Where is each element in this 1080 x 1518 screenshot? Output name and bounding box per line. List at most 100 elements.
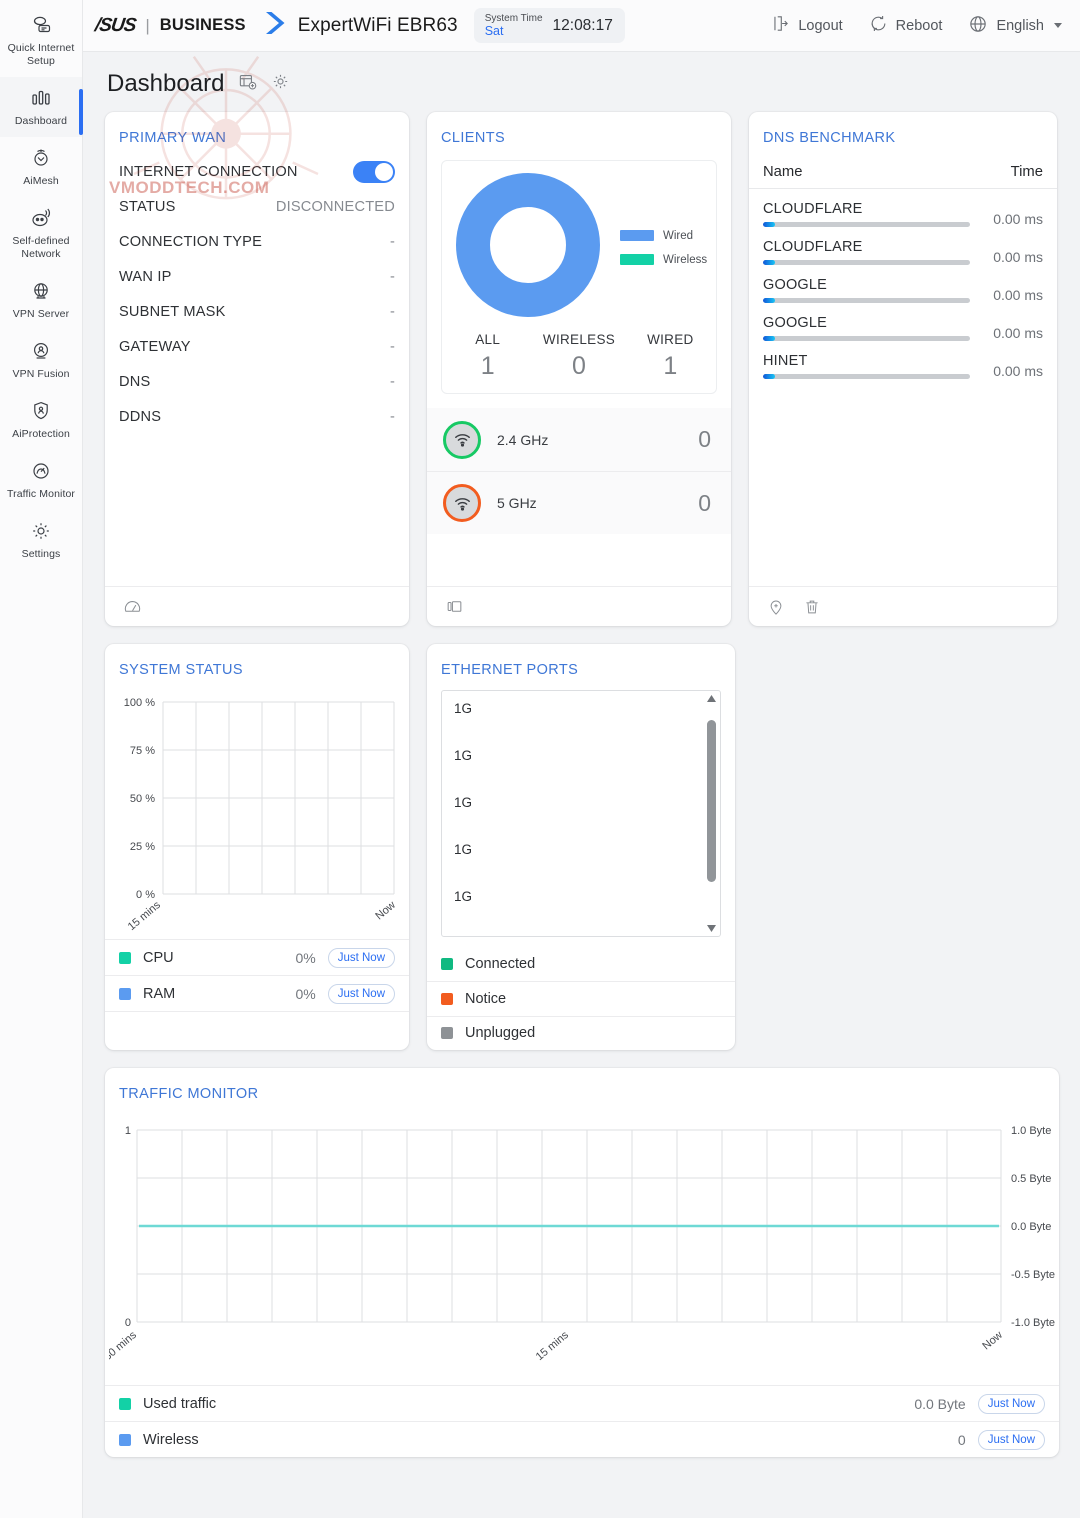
ethernet-port-item[interactable]: 1G [454, 701, 720, 748]
traffic-legend-used-traffic: Used traffic 0.0 Byte Just Now [105, 1385, 1059, 1421]
sidebar-item-dashboard[interactable]: Dashboard [0, 77, 83, 137]
ethernet-legend-unplugged: Unplugged [427, 1015, 735, 1050]
count-label: WIRED [647, 332, 694, 347]
client-list-icon[interactable] [445, 597, 464, 616]
wan-row-value: DISCONNECTED [275, 198, 395, 215]
chevron-down-icon [1054, 23, 1062, 28]
ethernet-ports-listbox[interactable]: 1G 1G 1G 1G 1G USB3.0 [441, 690, 721, 937]
sidebar-item-vpn-fusion[interactable]: VPN Fusion [0, 330, 82, 390]
sidebar-item-settings[interactable]: Settings [0, 510, 82, 570]
traffic-legend-wireless: Wireless 0 Just Now [105, 1421, 1059, 1457]
wan-row-internet-connection: INTERNET CONNECTION [119, 154, 395, 189]
svg-text:Now: Now [980, 1329, 1005, 1352]
timestamp-badge[interactable]: Just Now [327, 947, 395, 968]
svg-text:0: 0 [125, 1317, 131, 1329]
clients-band-list: 2.4 GHz 0 5 GHz 0 [427, 408, 731, 534]
main-area: /SUS | BUSINESS ExpertWiFi EBR63 System … [83, 0, 1080, 1518]
reboot-icon [869, 14, 888, 37]
logout-icon [771, 14, 790, 37]
ethernet-ports-title: ETHERNET PORTS [441, 662, 579, 678]
ethernet-ports-scrollbar[interactable] [706, 694, 717, 933]
dashboard-app: Quick Internet Setup Dashboard AiMesh Se… [0, 0, 1080, 1518]
ethernet-port-item[interactable]: 1G [454, 795, 720, 842]
ethernet-legend-connected: Connected [427, 947, 735, 981]
legend-label: RAM [143, 985, 176, 1002]
scroll-down-arrow-icon[interactable] [706, 924, 717, 933]
logout-button[interactable]: Logout [771, 14, 843, 37]
wifi-icon [443, 420, 481, 459]
band-row-5ghz[interactable]: 5 GHz 0 [427, 471, 731, 534]
asus-logo: /SUS [93, 14, 137, 36]
widget-grid: PRIMARY WAN INTERNET CONNECTION STATUS D… [83, 98, 1080, 1457]
count-label: ALL [475, 332, 501, 347]
svg-text:50 %: 50 % [130, 793, 155, 805]
dns-col-name: Name [763, 164, 803, 180]
count-label: WIRELESS [542, 332, 616, 347]
legend-label: CPU [143, 949, 174, 966]
dns-row[interactable]: GOOGLE 0.00 ms [749, 315, 1057, 341]
chevron-right-icon [262, 10, 286, 41]
widget-row-3: TRAFFIC MONITOR 1 0 1.0 Byte 0.5 Byte 0.… [102, 1068, 1060, 1457]
sidebar-item-aimesh[interactable]: AiMesh [0, 137, 82, 197]
svg-text:100 %: 100 % [124, 697, 155, 709]
clients-footer [427, 586, 731, 626]
dns-progress-bar [763, 336, 970, 341]
sidebar-item-quick-internet-setup[interactable]: Quick Internet Setup [0, 4, 82, 77]
sidebar-item-aiprotection[interactable]: AiProtection [0, 390, 82, 450]
scrollbar-thumb[interactable] [707, 720, 716, 882]
dns-row[interactable]: HINET 0.00 ms [749, 353, 1057, 379]
system-status-legend-ram: RAM 0% Just Now [105, 975, 409, 1011]
system-status-card: SYSTEM STATUS 100 % 75 % 50 % 25 % 0 % 1… [105, 644, 409, 1050]
legend-value: 0.0 Byte [914, 1395, 966, 1412]
language-selector[interactable]: English [968, 14, 1062, 38]
legend-value: 0% [295, 985, 316, 1002]
primary-wan-list: INTERNET CONNECTION STATUS DISCONNECTED … [105, 146, 409, 434]
legend-label: Wired [663, 229, 694, 242]
count-all[interactable]: ALL 1 [442, 332, 533, 381]
scroll-up-arrow-icon[interactable] [706, 694, 717, 703]
legend-swatch [119, 1433, 131, 1446]
brand-separator: | [145, 15, 150, 35]
internet-connection-toggle[interactable] [353, 160, 395, 183]
ethernet-port-item[interactable]: 1G [454, 889, 720, 936]
dns-progress-bar [763, 260, 970, 265]
svg-text:30 mins: 30 mins [109, 1329, 139, 1363]
clients-donut-chart [454, 171, 602, 324]
ethernet-ports-card: ETHERNET PORTS 1G 1G 1G 1G 1G USB3.0 [427, 644, 735, 1050]
dns-row[interactable]: GOOGLE 0.00 ms [749, 277, 1057, 303]
timestamp-badge[interactable]: Just Now [327, 983, 395, 1004]
band-row-24ghz[interactable]: 2.4 GHz 0 [427, 408, 731, 471]
ethernet-port-item[interactable]: 1G [454, 748, 720, 795]
map-pin-add-icon[interactable] [767, 598, 785, 616]
clients-card: CLIENTS Wired Wireless ALL 1 WIRELESS 0 … [427, 112, 731, 626]
ethernet-port-item[interactable]: 1G [454, 842, 720, 889]
ethernet-ports-list: 1G 1G 1G 1G 1G USB3.0 [442, 691, 720, 937]
dns-rows: CLOUDFLARE 0.00 ms CLOUDFLARE 0.00 ms GO… [749, 189, 1057, 379]
wan-row-key: GATEWAY [119, 338, 191, 355]
wifi-icon [443, 484, 481, 522]
dashboard-settings-gear-icon[interactable] [271, 72, 290, 96]
dns-benchmark-card: DNS BENCHMARK Name Time CLOUDFLARE 0.00 … [749, 112, 1057, 626]
ethernet-port-item[interactable]: USB3.0 [454, 936, 720, 937]
legend-label: Notice [465, 990, 507, 1007]
speedometer-icon[interactable] [123, 597, 142, 616]
wan-row-value: - [389, 408, 395, 425]
dns-name: HINET [763, 353, 808, 369]
wan-row-ddns: DDNS - [119, 399, 395, 434]
sidebar-item-traffic-monitor[interactable]: Traffic Monitor [0, 450, 82, 510]
band-name: 5 GHz [497, 495, 537, 511]
timestamp-badge[interactable]: Just Now [977, 1429, 1045, 1450]
trash-icon[interactable] [803, 598, 821, 616]
timestamp-badge[interactable]: Just Now [977, 1393, 1045, 1414]
legend-label: Connected [465, 955, 536, 972]
sidebar-item-self-defined-network[interactable]: Self-defined Network [0, 197, 82, 270]
wan-row-key: WAN IP [119, 268, 172, 285]
wan-row-value: - [389, 303, 395, 320]
reboot-button[interactable]: Reboot [869, 14, 942, 37]
dns-row[interactable]: CLOUDFLARE 0.00 ms [749, 239, 1057, 265]
sidebar-item-vpn-server[interactable]: VPN Server [0, 270, 82, 330]
dns-row[interactable]: CLOUDFLARE 0.00 ms [749, 201, 1057, 227]
add-widget-icon[interactable] [238, 72, 257, 96]
count-wired[interactable]: WIRED 1 [625, 332, 716, 381]
count-wireless[interactable]: WIRELESS 0 [533, 332, 624, 381]
